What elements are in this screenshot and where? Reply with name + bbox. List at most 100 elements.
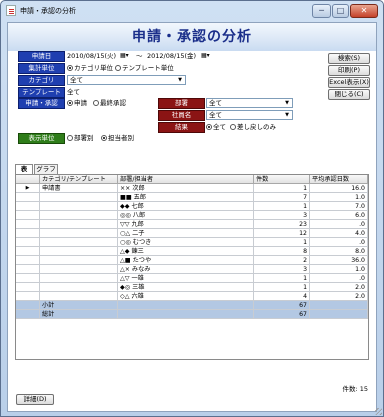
cell-category	[40, 238, 118, 247]
aggregate-template-radio[interactable]: テンプレート単位	[115, 63, 174, 74]
employee-select[interactable]: 全て ▼	[206, 110, 293, 120]
row-selector[interactable]	[16, 310, 40, 319]
cell-category	[40, 193, 118, 202]
minimize-button[interactable]: ─	[312, 4, 331, 18]
radio-icon[interactable]	[93, 100, 99, 106]
table-row[interactable]: △◆ 錬三 8 8.0	[16, 247, 368, 256]
table-row[interactable]: △■ たつや 2 36.0	[16, 256, 368, 265]
calendar-from-icon[interactable]: ▦▾	[120, 51, 134, 61]
period-label: 申請日	[18, 51, 65, 62]
table-row[interactable]: ◆◆ 七郎 1 7.0	[16, 202, 368, 211]
result-all-radio[interactable]: 全て	[206, 122, 226, 133]
table-header-row: カテゴリ/テンプレート 部署/担当者 件数 平均承認日数	[16, 175, 368, 184]
row-selector[interactable]	[16, 256, 40, 265]
cell-count: 12	[254, 229, 310, 238]
row-selector[interactable]	[16, 292, 40, 301]
cell-total-count: 67	[254, 310, 310, 319]
subtotal-row[interactable]: 小計 67	[16, 301, 368, 310]
radio-selected-icon[interactable]	[101, 135, 107, 141]
radio-selected-icon[interactable]	[206, 124, 212, 130]
resize-grip[interactable]	[375, 408, 382, 415]
row-selector[interactable]	[16, 202, 40, 211]
row-selector[interactable]	[16, 229, 40, 238]
cell-person: ◎◎ 八郎	[118, 211, 254, 220]
chevron-down-icon[interactable]: ▼	[283, 100, 291, 106]
row-selector[interactable]	[16, 247, 40, 256]
radio-icon[interactable]	[230, 124, 236, 130]
row-selector[interactable]	[16, 193, 40, 202]
radio-selected-icon[interactable]	[67, 65, 73, 71]
type-request-radio[interactable]: 申請	[67, 98, 87, 109]
cell-count: 3	[254, 265, 310, 274]
detail-button[interactable]: 詳細(D)	[16, 394, 54, 405]
chevron-down-icon[interactable]: ▼	[176, 77, 184, 83]
search-button[interactable]: 検索(S)	[328, 53, 370, 64]
close-button[interactable]: 閉じる(C)	[328, 89, 370, 100]
table-row[interactable]: △▽ 一雄 1.0	[16, 274, 368, 283]
department-select[interactable]: 全て ▼	[206, 98, 293, 108]
table-row[interactable]: ◎◎ 八郎 3 6.0	[16, 211, 368, 220]
table-row[interactable]: ○△ 二子 12 4.0	[16, 229, 368, 238]
page-header: 申請・承認の分析	[8, 23, 376, 51]
tab-graph[interactable]: グラフ	[34, 164, 58, 174]
category-select[interactable]: 全て ▼	[67, 75, 186, 85]
aggregate-unit-label: 集計単位	[18, 63, 65, 74]
radio-icon[interactable]	[115, 65, 121, 71]
cell-category	[40, 202, 118, 211]
cell-person: ○◎ むつき	[118, 238, 254, 247]
cell-avg-days: 2.0	[310, 292, 368, 301]
row-selector[interactable]	[16, 301, 40, 310]
table-row[interactable]: ▽▽ 九郎 23.0	[16, 220, 368, 229]
cell-total-label: 総計	[40, 310, 118, 319]
row-selector[interactable]	[16, 220, 40, 229]
cell-subtotal-label: 小計	[40, 301, 118, 310]
unit-person-label: 担当者別	[108, 134, 134, 142]
excel-button[interactable]: Excel表示(X)	[328, 77, 370, 88]
col-header-count[interactable]: 件数	[254, 175, 310, 184]
period-from-value[interactable]: 2010/08/15(火)	[67, 51, 116, 62]
radio-icon[interactable]	[67, 135, 73, 141]
table-row[interactable]: ■■ 五郎 7 1.0	[16, 193, 368, 202]
type-final-approval-radio[interactable]: 最終承認	[93, 98, 126, 109]
aggregate-template-label: テンプレート単位	[122, 64, 174, 72]
table-row[interactable]: ◆◎ 三雄 1 2.0	[16, 283, 368, 292]
record-count: 件数: 15	[342, 385, 368, 393]
result-returned-radio[interactable]: 差し戻しのみ	[230, 122, 276, 133]
table-row[interactable]: △× みなみ 3 1.0	[16, 265, 368, 274]
app-window: 申請・承認の分析 ─ □ ✕ 申請・承認の分析 申請日 2010/08/15(火…	[0, 0, 384, 417]
cell-avg-days: 36.0	[310, 256, 368, 265]
col-header-avg-days[interactable]: 平均承認日数	[310, 175, 368, 184]
maximize-button[interactable]: □	[332, 4, 349, 18]
row-selector[interactable]	[16, 211, 40, 220]
total-row[interactable]: 総計 67	[16, 310, 368, 319]
col-header-category[interactable]: カテゴリ/テンプレート	[40, 175, 118, 184]
cell-category	[40, 265, 118, 274]
table-row[interactable]: ○◎ むつき 1.0	[16, 238, 368, 247]
cell-empty	[118, 301, 254, 310]
col-header-person[interactable]: 部署/担当者	[118, 175, 254, 184]
aggregate-category-radio[interactable]: カテゴリ単位	[67, 63, 113, 74]
table-row[interactable]: ◇△ 六雄 4 2.0	[16, 292, 368, 301]
row-selector[interactable]	[16, 238, 40, 247]
row-selector[interactable]	[16, 283, 40, 292]
page-title: 申請・承認の分析	[132, 29, 252, 45]
radio-selected-icon[interactable]	[67, 100, 73, 106]
cell-avg-days: 6.0	[310, 211, 368, 220]
unit-person-radio[interactable]: 担当者別	[101, 133, 134, 144]
chevron-down-icon[interactable]: ▼	[283, 112, 291, 118]
cell-count: 8	[254, 247, 310, 256]
unit-department-radio[interactable]: 部署別	[67, 133, 94, 144]
type-request-label: 申請	[74, 99, 87, 107]
row-selector[interactable]: ▶	[16, 184, 40, 193]
row-selector[interactable]	[16, 274, 40, 283]
result-table[interactable]: カテゴリ/テンプレート 部署/担当者 件数 平均承認日数 ▶ 申請書 ×× 次郎 1 1…	[15, 174, 369, 360]
close-window-button[interactable]: ✕	[350, 4, 378, 18]
row-selector[interactable]	[16, 265, 40, 274]
calendar-to-icon[interactable]: ▦▾	[201, 51, 215, 61]
cell-count: 3	[254, 211, 310, 220]
table-row[interactable]: ▶ 申請書 ×× 次郎 1 16.0	[16, 184, 368, 193]
print-button[interactable]: 印刷(P)	[328, 65, 370, 76]
cell-person: △× みなみ	[118, 265, 254, 274]
period-to-value[interactable]: 2012/08/15(金)	[147, 51, 196, 62]
cell-subtotal-count: 67	[254, 301, 310, 310]
